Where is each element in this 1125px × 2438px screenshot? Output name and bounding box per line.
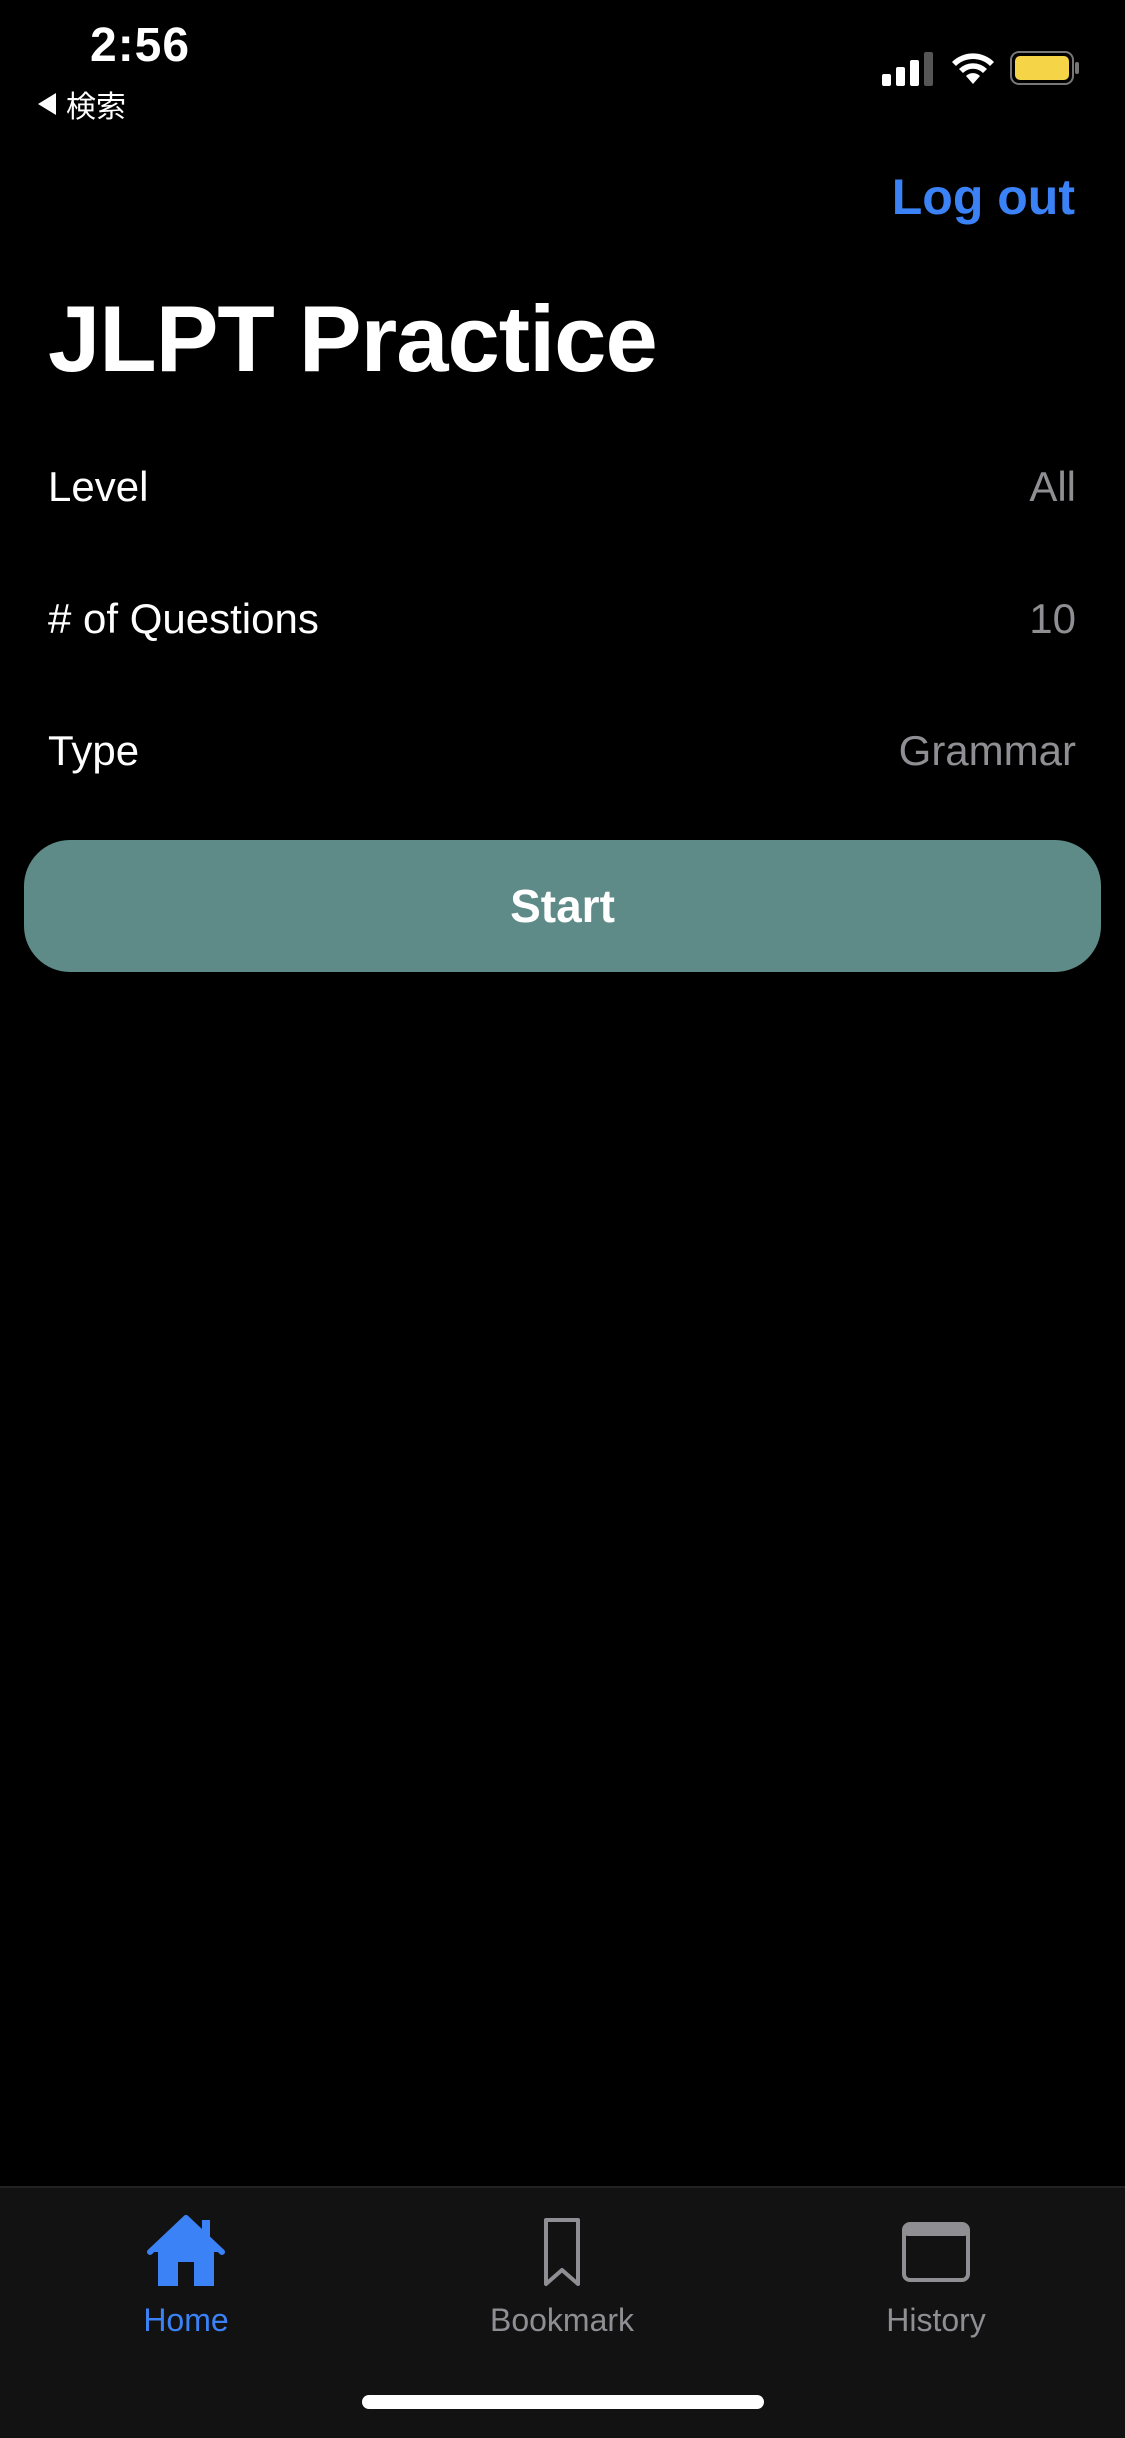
- home-indicator: [362, 2395, 764, 2409]
- tab-bookmark[interactable]: Bookmark: [442, 2212, 682, 2339]
- question-count-row[interactable]: # of Questions 10: [48, 579, 1076, 659]
- tab-history[interactable]: History: [816, 2212, 1056, 2339]
- history-icon: [902, 2222, 970, 2282]
- type-row[interactable]: Type Grammar: [48, 711, 1076, 791]
- question-count-label: # of Questions: [48, 595, 319, 642]
- question-count-value: 10: [1029, 595, 1076, 642]
- start-button[interactable]: Start: [24, 840, 1101, 972]
- status-time: 2:56: [90, 19, 191, 72]
- tab-history-label: History: [886, 2302, 986, 2338]
- level-row[interactable]: Level All: [48, 447, 1076, 527]
- wifi-icon: [952, 53, 994, 84]
- tab-home-label: Home: [143, 2302, 229, 2338]
- back-arrow-icon: [38, 93, 56, 115]
- cellular-signal-icon: [882, 52, 933, 86]
- level-value: All: [1029, 463, 1076, 510]
- page-title: JLPT Practice: [48, 286, 658, 391]
- logout-button[interactable]: Log out: [892, 168, 1075, 226]
- battery-icon: [1010, 51, 1079, 85]
- back-to-search-button[interactable]: 検索: [38, 82, 126, 126]
- tab-home[interactable]: Home: [66, 2212, 306, 2339]
- bookmark-icon: [544, 2218, 580, 2286]
- back-label: 検索: [66, 91, 126, 124]
- level-label: Level: [48, 463, 149, 510]
- type-label: Type: [48, 727, 140, 774]
- home-icon: [147, 2215, 225, 2286]
- type-value: Grammar: [898, 727, 1076, 774]
- tab-bookmark-label: Bookmark: [489, 2302, 635, 2338]
